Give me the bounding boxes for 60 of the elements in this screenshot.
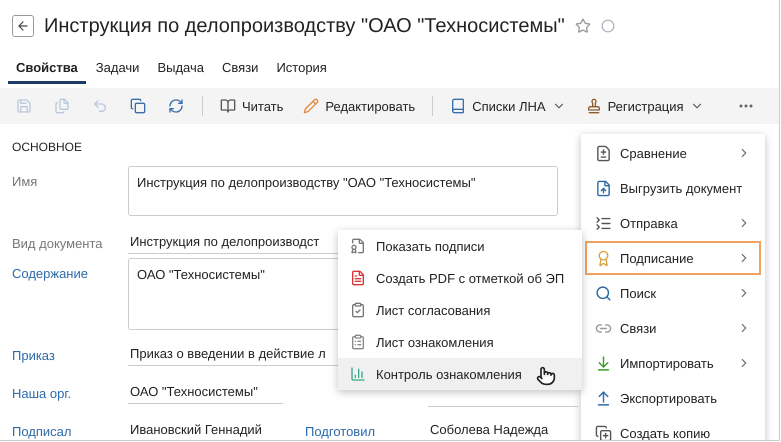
toolbar-button[interactable]: Читать [211, 92, 292, 120]
menu-item[interactable]: Показать подписи [338, 230, 582, 262]
back-button[interactable] [12, 15, 34, 37]
pencil-icon [303, 98, 320, 114]
pdf-icon [350, 270, 366, 286]
document-title: Инструкция по делопроизводству "ОАО "Техносистемы" [44, 14, 565, 38]
field-label[interactable]: Подписал [12, 416, 128, 439]
file-upload-icon [595, 180, 612, 196]
menu-item[interactable]: Экспортировать [585, 381, 761, 415]
person-field[interactable]: Ивановский Геннадий [128, 416, 283, 440]
menu-item[interactable]: Создать копию [585, 416, 761, 440]
more-icon [738, 104, 753, 108]
arrow-down-icon [595, 354, 612, 372]
book-icon [220, 98, 236, 114]
field-label[interactable]: Содержание [12, 258, 128, 281]
file-compare-icon [595, 144, 612, 162]
refresh-icon [168, 98, 184, 114]
toolbar-button[interactable]: Редактировать [294, 92, 424, 120]
book-icon [450, 98, 466, 114]
field-label[interactable]: Подготовил [305, 416, 428, 439]
stamp-icon [586, 98, 602, 114]
toolbar-button[interactable]: Регистрация [576, 92, 713, 120]
tab[interactable]: Задачи [88, 56, 148, 84]
certificate-icon [350, 238, 366, 254]
menu-item[interactable]: Лист ознакомления [338, 326, 582, 358]
menu-item[interactable]: Выгрузить документ [585, 171, 761, 205]
menu-item[interactable]: Контроль ознакомления [338, 358, 582, 390]
list-icon [595, 214, 612, 232]
document-icon [350, 334, 366, 350]
field-label: Вид документа [12, 235, 104, 251]
star-icon[interactable] [574, 18, 591, 34]
bar-chart-icon [350, 366, 366, 382]
toolbar-button[interactable]: Списки ЛНА [441, 92, 575, 120]
clipboard-icon [350, 302, 366, 318]
tab[interactable]: История [268, 56, 335, 84]
copy-icon [130, 98, 146, 114]
menu-item[interactable]: Подписание [585, 241, 761, 275]
tab[interactable]: Связи [214, 56, 266, 84]
menu-item[interactable]: Связи [585, 311, 761, 345]
person-field[interactable]: ОАО "Техносистемы" [128, 378, 283, 404]
status-circle-icon [600, 19, 615, 33]
copy-icon [595, 424, 612, 440]
menu-item[interactable]: Лист согласования [338, 294, 582, 326]
field-label: Имя [12, 173, 38, 189]
menu-item[interactable]: Поиск [585, 276, 761, 310]
field-label[interactable]: Наша орг. [12, 378, 128, 401]
name-field[interactable]: Инструкция по делопроизводству "ОАО "Техносистемы" [128, 166, 558, 216]
field-label[interactable]: Приказ [12, 340, 128, 363]
undo-icon [92, 98, 108, 114]
menu-item[interactable]: Импортировать [585, 346, 761, 380]
menu-item[interactable]: Отправка [585, 206, 761, 240]
section-heading: ОСНОВНОЕ [12, 140, 82, 154]
person-field[interactable]: Соболева Надежда [428, 416, 578, 440]
menu-item[interactable]: Создать PDF с отметкой об ЭП [338, 262, 582, 294]
files-icon [54, 98, 70, 114]
menu-item[interactable]: Сравнение [585, 136, 761, 170]
tab[interactable]: Выдача [149, 56, 212, 84]
hand-cursor-icon [536, 366, 556, 386]
tab[interactable]: Свойства [8, 56, 86, 84]
search-icon [595, 284, 612, 302]
